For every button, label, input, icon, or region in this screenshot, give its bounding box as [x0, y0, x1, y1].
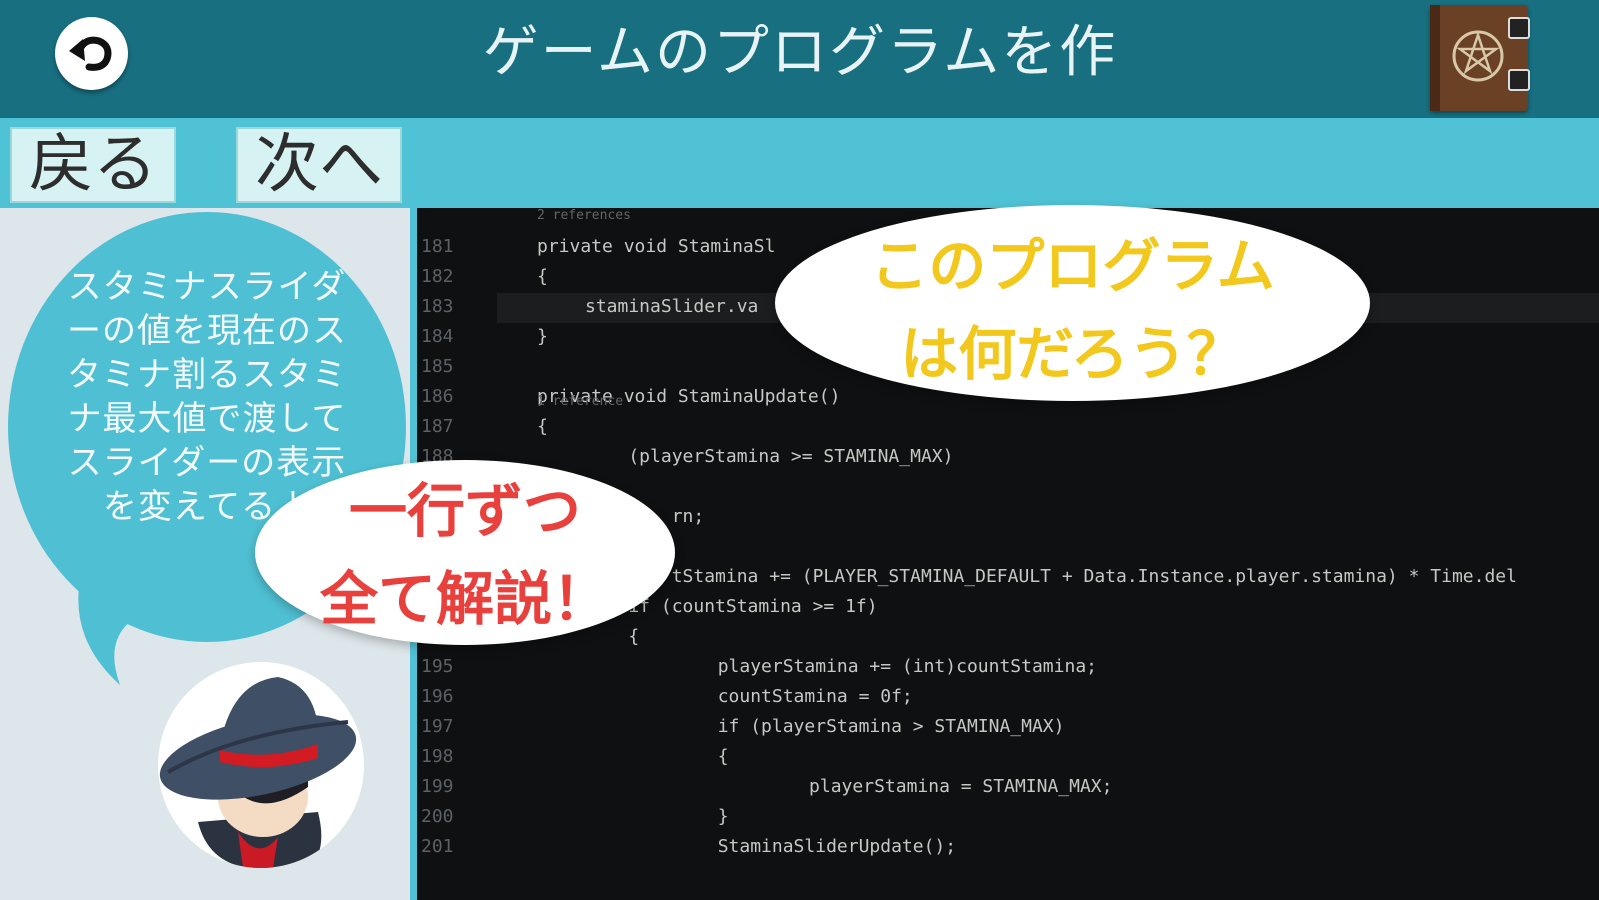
line-number: 187	[421, 416, 454, 437]
code-line: }	[631, 806, 729, 827]
codelens-reference[interactable]: 1 reference	[537, 394, 623, 409]
line-number: 184	[421, 326, 454, 347]
codelens-reference[interactable]: 2 references	[537, 208, 631, 223]
code-line: {	[537, 416, 548, 437]
code-line: tStamina += (PLAYER_STAMINA_DEFAULT + Da…	[585, 566, 1517, 587]
line-number: 201	[421, 836, 454, 857]
next-button[interactable]: 次へ	[236, 127, 402, 203]
cowboy-character-icon	[159, 677, 357, 868]
code-line: {	[631, 746, 729, 767]
code-line: }	[537, 326, 548, 347]
page-title: ゲームのプログラムを作	[482, 20, 1118, 85]
back-button[interactable]: 戻る	[10, 127, 176, 203]
code-line: private void StaminaSl	[537, 236, 776, 257]
line-by-line-callout-text: 一行ずつ 全て解説！	[319, 477, 610, 633]
line-number: 182	[421, 266, 454, 287]
line-number: 200	[421, 806, 454, 827]
undo-arrow-icon[interactable]	[55, 17, 128, 90]
header-bar: ゲームのプログラムを作	[0, 0, 1599, 118]
line-number: 185	[421, 356, 454, 377]
speech-bubble-tail	[78, 580, 150, 685]
code-line: playerStamina = STAMINA_MAX;	[679, 776, 1113, 797]
code-line: {	[537, 266, 548, 287]
line-number: 199	[421, 776, 454, 797]
line-number: 195	[421, 656, 454, 677]
code-line: StaminaSliderUpdate();	[631, 836, 957, 857]
line-number: 181	[421, 236, 454, 257]
line-number: 186	[421, 386, 454, 407]
line-number: 197	[421, 716, 454, 737]
code-line: playerStamina += (int)countStamina;	[631, 656, 1097, 677]
character-avatar	[158, 662, 364, 868]
code-line: staminaSlider.va	[585, 296, 759, 317]
line-number: 196	[421, 686, 454, 707]
question-callout-text: このプログラム は何だろう？	[870, 232, 1275, 388]
code-line: if (playerStamina > STAMINA_MAX)	[631, 716, 1065, 737]
line-number: 183	[421, 296, 454, 317]
nav-bar: 戻る 次へ	[0, 118, 1599, 208]
line-number: 198	[421, 746, 454, 767]
code-line: (playerStamina >= STAMINA_MAX)	[585, 446, 954, 467]
spellbook-icon[interactable]	[1430, 5, 1530, 111]
code-line: countStamina = 0f;	[631, 686, 913, 707]
